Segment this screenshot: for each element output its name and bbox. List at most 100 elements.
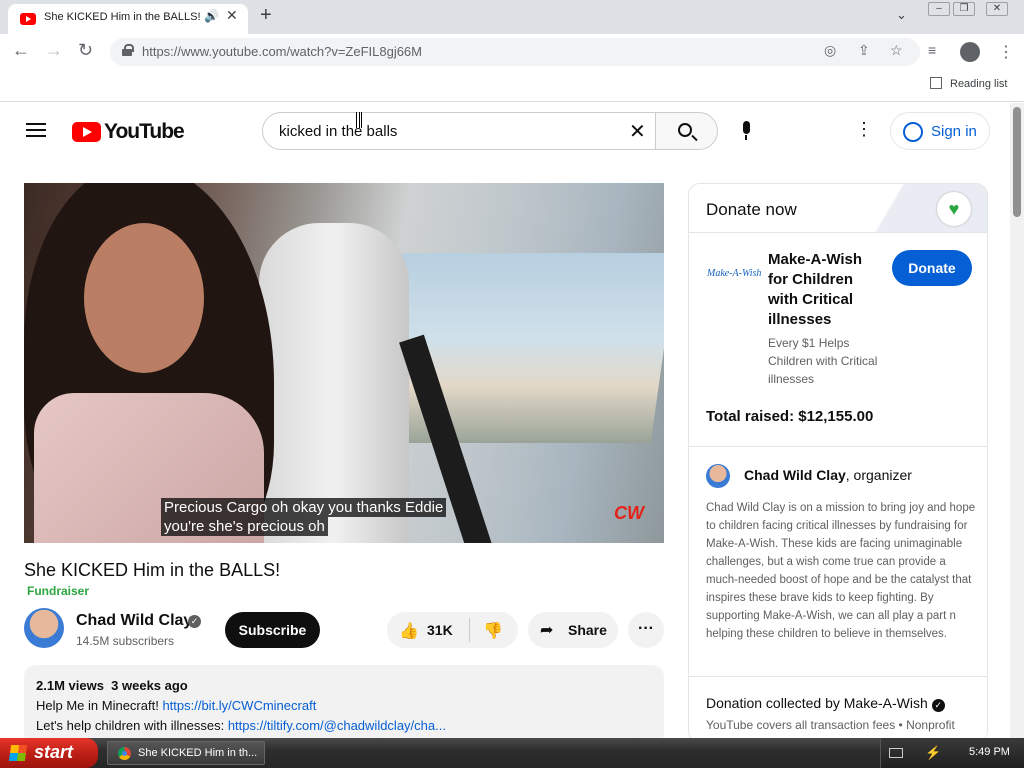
search-input[interactable]: kicked in the balls (279, 123, 397, 140)
donate-divider-2 (689, 676, 987, 677)
share-page-icon[interactable]: ⇪ (858, 42, 870, 59)
clear-search-icon[interactable]: ✕ (629, 119, 646, 144)
speaker-icon[interactable]: 🔊 (204, 9, 219, 23)
network-icon[interactable]: ⚡ (925, 745, 941, 761)
browser-menu-icon[interactable]: ⋮ (998, 42, 1014, 62)
like-dislike-group: 👍 31K 👎 (387, 612, 518, 648)
browser-tab[interactable]: She KICKED Him in the BALLS! 🔊 ✕ (8, 4, 248, 34)
page-scrollbar[interactable] (1010, 103, 1024, 738)
search-box[interactable]: kicked in the balls ✕ (262, 112, 656, 150)
reading-list-button[interactable]: Reading list (930, 77, 1007, 90)
more-actions-button[interactable]: ··· (628, 612, 664, 648)
microphone-icon[interactable] (740, 121, 752, 141)
eye-slash-icon[interactable]: ◎ (824, 42, 836, 59)
profile-avatar-icon[interactable] (960, 42, 980, 62)
description-text-1: Help Me in Minecraft! (36, 698, 163, 713)
share-label: Share (568, 622, 607, 638)
like-count[interactable]: 31K (427, 622, 453, 638)
scrollbar-thumb[interactable] (1013, 107, 1021, 217)
keyboard-icon[interactable] (889, 748, 903, 758)
taskbar-item-label: She KICKED Him in th... (138, 747, 258, 759)
search-icon (678, 123, 692, 137)
tiltify-link[interactable]: https://tiltify.com/@chadwildclay/cha... (228, 718, 446, 733)
reload-icon[interactable]: ↻ (78, 40, 93, 61)
caption-line-2: you're she's precious oh (161, 517, 328, 536)
youtube-play-icon (72, 122, 101, 142)
forward-icon[interactable]: → (45, 40, 63, 61)
transaction-fees-note: YouTube covers all transaction fees • No… (706, 718, 955, 738)
clock[interactable]: 5:49 PM (969, 746, 1010, 758)
window-close-icon[interactable]: ✕ (986, 2, 1008, 16)
charity-tagline: Every $1 Helps Children with Critical il… (768, 336, 878, 386)
media-queue-icon[interactable]: ≡ (928, 42, 936, 58)
view-count-date: 2.1M views 3 weeks ago (36, 678, 188, 693)
subscribe-button[interactable]: Subscribe (225, 612, 320, 648)
lock-icon[interactable] (122, 44, 134, 56)
bookmark-bar: Reading list (0, 70, 1024, 102)
new-tab-icon[interactable]: + (260, 4, 272, 27)
sign-in-button[interactable]: Sign in (890, 112, 990, 150)
organizer-suffix: , organizer (845, 467, 912, 483)
person-face (84, 223, 204, 373)
description-text-2: Let's help children with illnesses: (36, 718, 228, 733)
minecraft-link[interactable]: https://bit.ly/CWCminecraft (162, 698, 316, 713)
charity-name: Make-A-Wish for Children with Critical i… (768, 251, 863, 328)
caption-line-1: Precious Cargo oh okay you thanks Eddie (161, 498, 447, 517)
organizer-line: Chad Wild Clay, organizer (744, 467, 912, 483)
tab-search-chevron-icon[interactable]: ⌄ (896, 7, 907, 23)
youtube-wordmark: YouTube (104, 120, 185, 143)
donate-divider (689, 446, 987, 447)
organizer-name: Chad Wild Clay (744, 467, 846, 483)
description-line-1: Help Me in Minecraft! https://bit.ly/CWC… (36, 698, 316, 713)
subscriber-count: 14.5M subscribers (76, 634, 175, 648)
channel-name[interactable]: Chad Wild Clay (76, 612, 192, 630)
verified-check-icon: ✓ (931, 699, 945, 712)
restore-icon[interactable]: ❐ (953, 2, 975, 16)
like-divider (469, 618, 470, 642)
browser-toolbar: ← → ↻ https://www.youtube.com/watch?v=Ze… (0, 34, 1024, 70)
thumbs-down-icon[interactable]: 👎 (483, 621, 503, 641)
channel-avatar[interactable] (24, 608, 64, 648)
address-bar[interactable]: https://www.youtube.com/watch?v=ZeFIL8gj… (110, 38, 920, 66)
collected-by: Donation collected by Make-A-Wish ✓ (706, 695, 945, 712)
reading-list-icon (930, 77, 942, 89)
video-title: She KICKED Him in the BALLS! (24, 560, 281, 580)
url-text[interactable]: https://www.youtube.com/watch?v=ZeFIL8gj… (142, 44, 422, 59)
donate-button[interactable]: Donate (892, 250, 972, 286)
search-button[interactable] (655, 112, 718, 150)
back-icon[interactable]: ← (12, 40, 30, 61)
description-line-2: Let's help children with illnesses: http… (36, 718, 446, 733)
organizer-bio: Chad Wild Clay is on a mission to bring … (706, 502, 976, 640)
donate-title: Donate now (706, 200, 797, 219)
account-circle-icon (903, 122, 923, 142)
collected-by-label: Donation collected by Make-A-Wish (706, 695, 928, 711)
tab-close-icon[interactable]: ✕ (226, 7, 238, 24)
text-cursor-icon (356, 112, 362, 128)
donate-header: Donate now ♥ (689, 184, 987, 233)
thumbs-up-icon[interactable]: 👍 (399, 621, 419, 641)
taskbar-chrome-item[interactable]: She KICKED Him in th... (107, 741, 265, 765)
minimize-icon[interactable]: – (928, 2, 950, 16)
hamburger-menu-icon[interactable] (26, 123, 46, 137)
youtube-favicon-icon (20, 13, 36, 25)
bookmark-star-icon[interactable]: ☆ (890, 42, 903, 59)
cw-watermark-logo: CW (614, 503, 644, 523)
fundraiser-badge[interactable]: Fundraiser (27, 584, 89, 598)
donate-heart-icon: ♥ (937, 192, 971, 226)
windows-flag-icon (8, 745, 28, 761)
description-box[interactable]: 2.1M views 3 weeks ago Help Me in Minecr… (24, 665, 664, 738)
youtube-page: YouTube kicked in the balls ✕ ⋮ Sign in … (0, 103, 1010, 738)
settings-kebab-icon[interactable]: ⋮ (855, 119, 873, 140)
share-button[interactable]: ➦ Share (528, 612, 618, 648)
taskbar: start She KICKED Him in th... ⚡ 5:49 PM (0, 738, 1024, 768)
tab-title: She KICKED Him in the BALLS! (44, 11, 200, 23)
video-player[interactable]: Precious Cargo oh okay you thanks Eddie … (24, 183, 664, 543)
make-a-wish-logo: Make-A-Wish (707, 268, 762, 279)
organizer-avatar (706, 464, 730, 488)
reading-list-label: Reading list (950, 78, 1008, 90)
sign-in-label: Sign in (931, 123, 977, 140)
chrome-icon (118, 747, 131, 760)
browser-tabstrip: She KICKED Him in the BALLS! 🔊 ✕ + ⌄ – ❐… (0, 0, 1024, 34)
start-button[interactable]: start (0, 738, 98, 768)
video-caption: Precious Cargo oh okay you thanks Eddie … (161, 498, 447, 536)
